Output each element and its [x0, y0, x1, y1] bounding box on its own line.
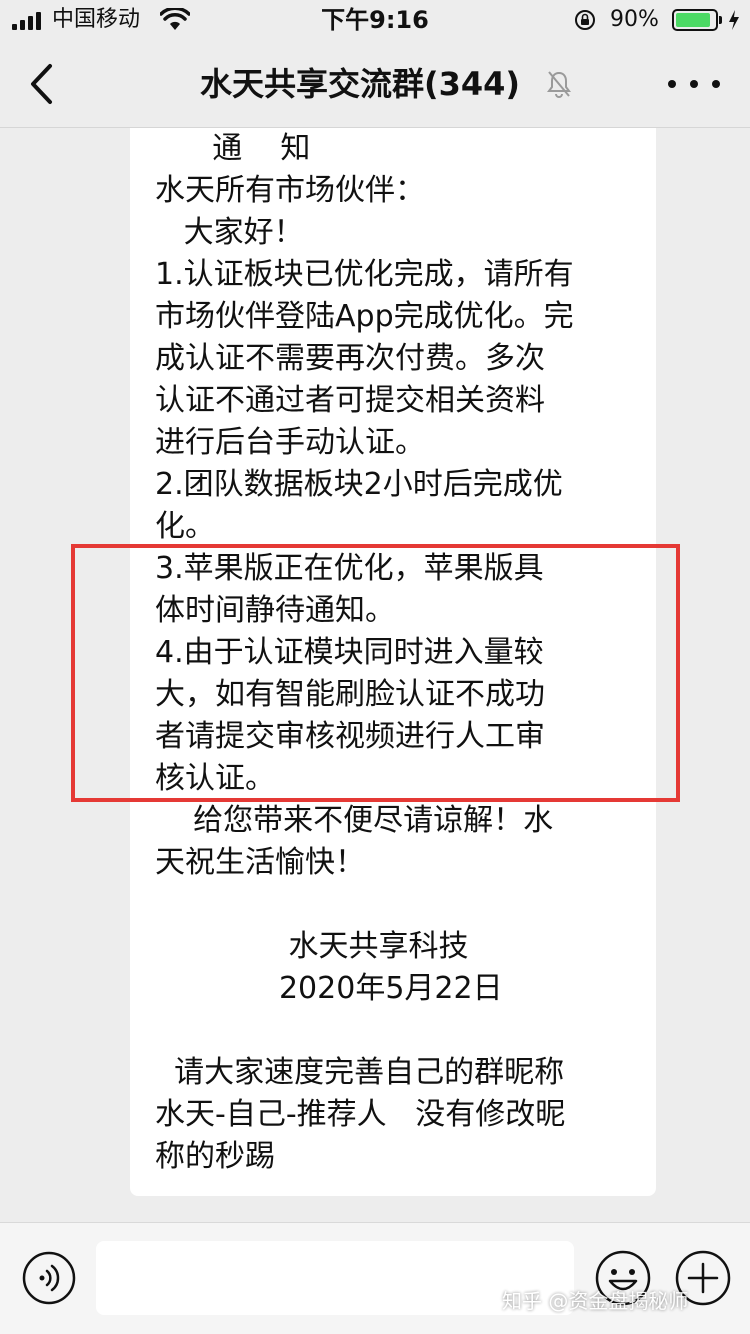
status-bar: 中国移动 下午9:16 90%: [0, 0, 750, 40]
red-highlight-box: [71, 544, 680, 802]
battery-icon: [672, 9, 718, 31]
battery-cap: [719, 16, 722, 24]
more-dots-icon[interactable]: [668, 62, 720, 106]
battery-fill: [676, 13, 711, 27]
orientation-lock-icon: [575, 10, 595, 30]
back-chevron-icon[interactable]: [20, 62, 64, 106]
chat-title: 水天共享交流群(344): [200, 65, 521, 103]
bell-slash-icon: [547, 71, 571, 98]
watermark: 知乎 @资金盘揭秘师: [502, 1289, 689, 1313]
chat-input-bar: [0, 1222, 750, 1334]
battery-percent: 90%: [610, 7, 659, 32]
chat-message-area[interactable]: 通 知 水天所有市场伙伴： 大家好！ 1.认证板块已优化完成，请所有 市场伙伴登…: [0, 128, 750, 1222]
chat-nav-bar: 水天共享交流群(344): [0, 40, 750, 128]
voice-icon[interactable]: [22, 1251, 76, 1305]
charging-bolt-icon: [729, 10, 739, 30]
